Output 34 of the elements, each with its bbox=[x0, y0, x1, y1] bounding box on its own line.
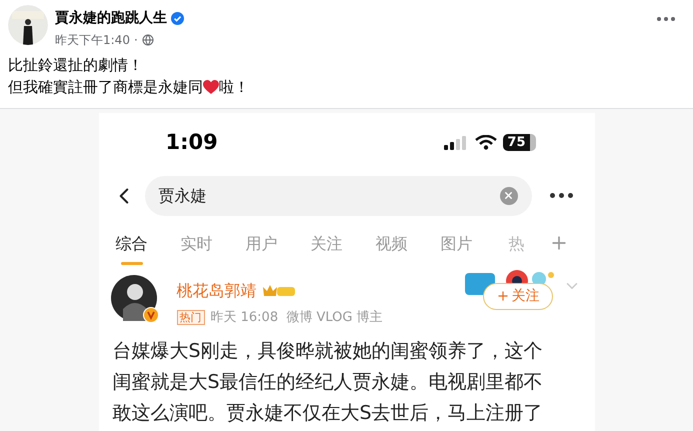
heart-icon bbox=[203, 80, 219, 94]
hot-tag: 热门 bbox=[176, 310, 204, 325]
user-avatar[interactable] bbox=[110, 274, 156, 320]
avatar[interactable] bbox=[8, 5, 48, 45]
tab[interactable]: 实时 bbox=[180, 232, 212, 264]
post-text: 比扯鈴還扯的劇情！ bbox=[8, 56, 143, 74]
post-text: 但我確實註冊了商標是永婕同 bbox=[8, 77, 203, 98]
battery-indicator: 75 bbox=[503, 134, 536, 152]
tab[interactable]: 视频 bbox=[376, 232, 408, 264]
globe-icon bbox=[142, 34, 154, 46]
post-body-text: 闺蜜就是大S最信任的经纪人贾永婕。电视剧里都不 bbox=[112, 371, 543, 393]
more-icon[interactable] bbox=[657, 17, 675, 21]
post-text: 啦！ bbox=[219, 77, 249, 98]
follow-button[interactable]: 关注 bbox=[482, 282, 552, 310]
tab[interactable]: 关注 bbox=[310, 232, 342, 264]
weibo-author[interactable]: 桃花岛郭靖 bbox=[176, 278, 256, 302]
author-name[interactable]: 賈永婕的跑跳人生 bbox=[55, 8, 167, 29]
search-field[interactable]: 贾永婕 bbox=[144, 176, 532, 216]
tab[interactable]: 热 bbox=[506, 232, 528, 264]
verified-badge-icon bbox=[142, 306, 158, 322]
more-icon[interactable] bbox=[550, 193, 572, 198]
post-body-text: 台媒爆大S刚走，具俊晔就被她的闺蜜领养了，这个 bbox=[112, 340, 543, 362]
post-body-text: 敢这么演吧。贾永婕不仅在大S去世后，马上注册了 bbox=[112, 402, 543, 424]
clear-icon[interactable] bbox=[500, 186, 518, 204]
crown-level-icon bbox=[262, 284, 298, 298]
plus-icon bbox=[496, 289, 510, 303]
tab[interactable]: 图片 bbox=[440, 232, 472, 264]
status-time: 1:09 bbox=[166, 129, 218, 156]
post-time[interactable]: 昨天下午1:40 bbox=[55, 31, 130, 49]
tab[interactable]: 综合 bbox=[116, 232, 148, 264]
wifi-icon bbox=[475, 135, 498, 150]
post-meta: 昨天 16:08 微博 VLOG 博主 bbox=[210, 308, 383, 326]
separator-dot: · bbox=[134, 32, 138, 49]
tab[interactable]: 用户 bbox=[246, 232, 278, 264]
